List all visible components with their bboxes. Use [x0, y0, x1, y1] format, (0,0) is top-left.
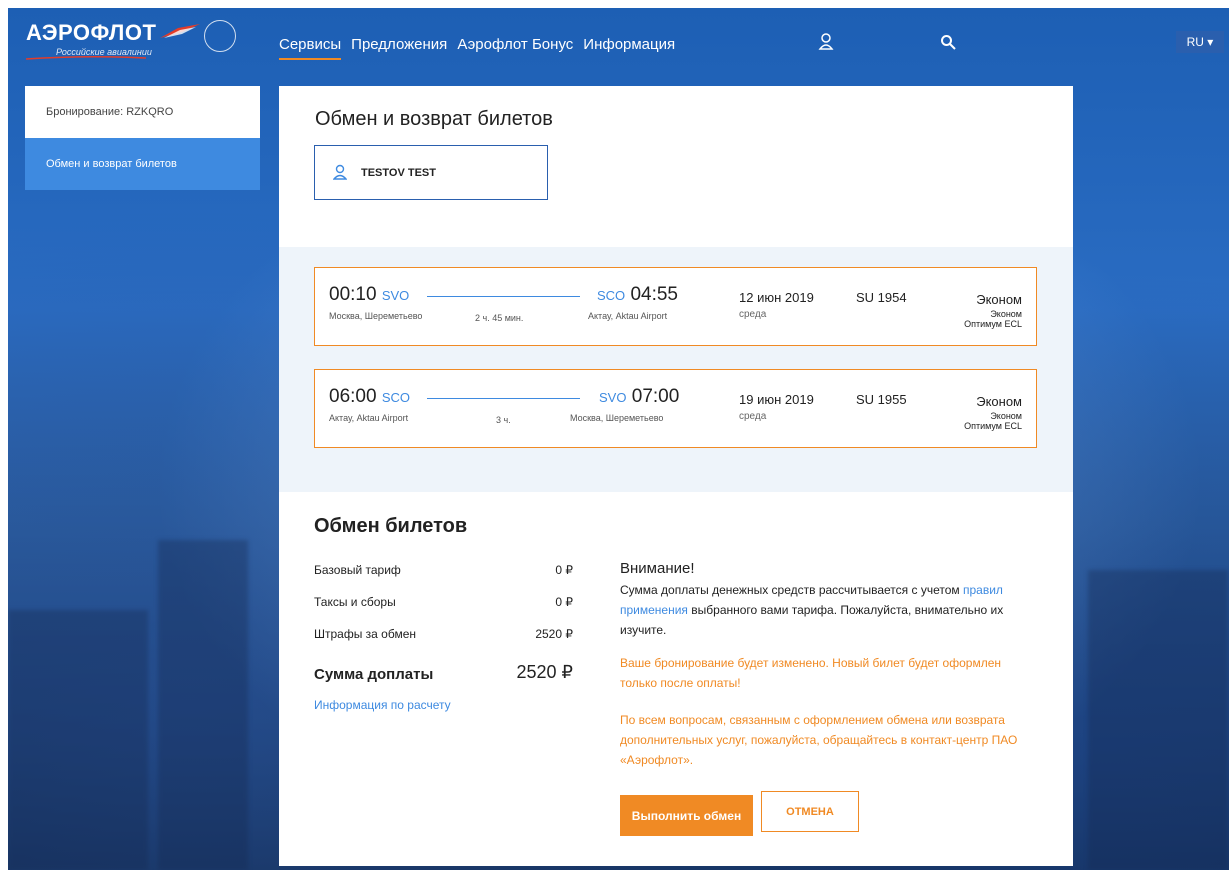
skyteam-icon [204, 20, 236, 52]
fee-value: 2520 ₽ [535, 627, 573, 641]
flight-date: 12 июн 2019 [739, 290, 814, 305]
passenger-card[interactable]: TESTOV TEST [314, 145, 548, 200]
departure-code: SCO [381, 390, 410, 405]
main-panel: Обмен и возврат билетов TESTOV TEST 00:1… [279, 86, 1073, 866]
nav-info[interactable]: Информация [583, 36, 675, 60]
fee-label: Базовый тариф [314, 563, 401, 577]
sidebar-item-booking[interactable]: Бронирование: RZKQRO [25, 86, 260, 138]
nav-services[interactable]: Сервисы [279, 36, 342, 60]
fee-label: Таксы и сборы [314, 595, 396, 609]
passenger-icon [333, 164, 347, 180]
flight-segment[interactable]: 00:10 SVO Москва, Шереметьево 2 ч. 45 ми… [314, 267, 1037, 346]
page-title: Обмен и возврат билетов [315, 108, 553, 130]
fee-label: Штрафы за обмен [314, 627, 417, 641]
arrival-code: SCO [597, 288, 626, 303]
arrival-time: 07:00 [631, 386, 680, 407]
flight-date: 19 июн 2019 [739, 392, 814, 407]
fee-value: 0 ₽ [555, 563, 573, 577]
sidebar: Бронирование: RZKQRO Обмен и возврат бил… [25, 86, 260, 190]
fare-family: Эконом Оптимум ECL [964, 411, 1022, 431]
arrival-time: 04:55 [630, 284, 678, 305]
search-icon[interactable] [940, 34, 956, 50]
fee-value: 0 ₽ [555, 595, 573, 609]
notice-title: Внимание! [620, 560, 695, 577]
departure-city: Актау, Aktau Airport [329, 413, 409, 423]
arrival-city: Актау, Aktau Airport [588, 311, 668, 321]
language-selector[interactable]: RU ▾ [1176, 31, 1224, 53]
arrival-city: Москва, Шереметьево [570, 413, 664, 423]
cancel-button[interactable]: ОТМЕНА [761, 791, 859, 832]
flight-number: SU 1955 [856, 392, 907, 407]
cabin-class: Эконом [976, 394, 1022, 409]
departure-time: 00:10 [329, 284, 377, 305]
flight-weekday: среда [739, 411, 767, 422]
flight-weekday: среда [739, 309, 767, 320]
site-header: АЭРОФЛОТ Российские авиалинии Сервисы Пр… [8, 8, 1229, 76]
departure-code: SVO [381, 288, 410, 303]
flights-section: 00:10 SVO Москва, Шереметьево 2 ч. 45 ми… [279, 247, 1073, 492]
exchange-title: Обмен билетов [314, 515, 468, 537]
arrival-code: SVO [599, 390, 627, 405]
passenger-name: TESTOV TEST [361, 167, 436, 179]
contact-center-text: По всем вопросам, связанным с оформление… [620, 713, 1018, 767]
swoosh-icon [26, 55, 146, 60]
flight-duration: 2 ч. 45 мин. [475, 313, 524, 323]
nav-bonus[interactable]: Аэрофлот Бонус [457, 36, 573, 60]
total-value: 2520 ₽ [516, 662, 574, 682]
departure-city: Москва, Шереметьево [329, 311, 423, 321]
wing-icon [160, 24, 200, 38]
departure-time: 06:00 [329, 386, 377, 407]
fare-family: Эконом Оптимум ECL [964, 309, 1022, 329]
notice-body: Сумма доплаты денежных средств рассчитыв… [620, 583, 1004, 637]
user-icon[interactable] [818, 32, 834, 50]
total-label: Сумма доплаты [314, 666, 434, 683]
main-nav: Сервисы Предложения Аэрофлот Бонус Инфор… [279, 36, 685, 60]
sidebar-item-exchange[interactable]: Обмен и возврат билетов [25, 138, 260, 190]
calc-info-link[interactable]: Информация по расчету [314, 698, 451, 712]
route-line [427, 398, 580, 399]
flight-number: SU 1954 [856, 290, 907, 305]
flight-duration: 3 ч. [496, 415, 511, 425]
route-line [427, 296, 580, 297]
warning-text: Ваше бронирование будет изменено. Новый … [620, 656, 1002, 690]
cabin-class: Эконом [976, 292, 1022, 307]
nav-offers[interactable]: Предложения [351, 36, 447, 60]
aeroflot-logo[interactable]: АЭРОФЛОТ Российские авиалинии [26, 20, 236, 66]
confirm-exchange-button[interactable]: Выполнить обмен [620, 795, 753, 836]
flight-segment[interactable]: 06:00 SCO Актау, Aktau Airport 3 ч. SVO … [314, 369, 1037, 448]
